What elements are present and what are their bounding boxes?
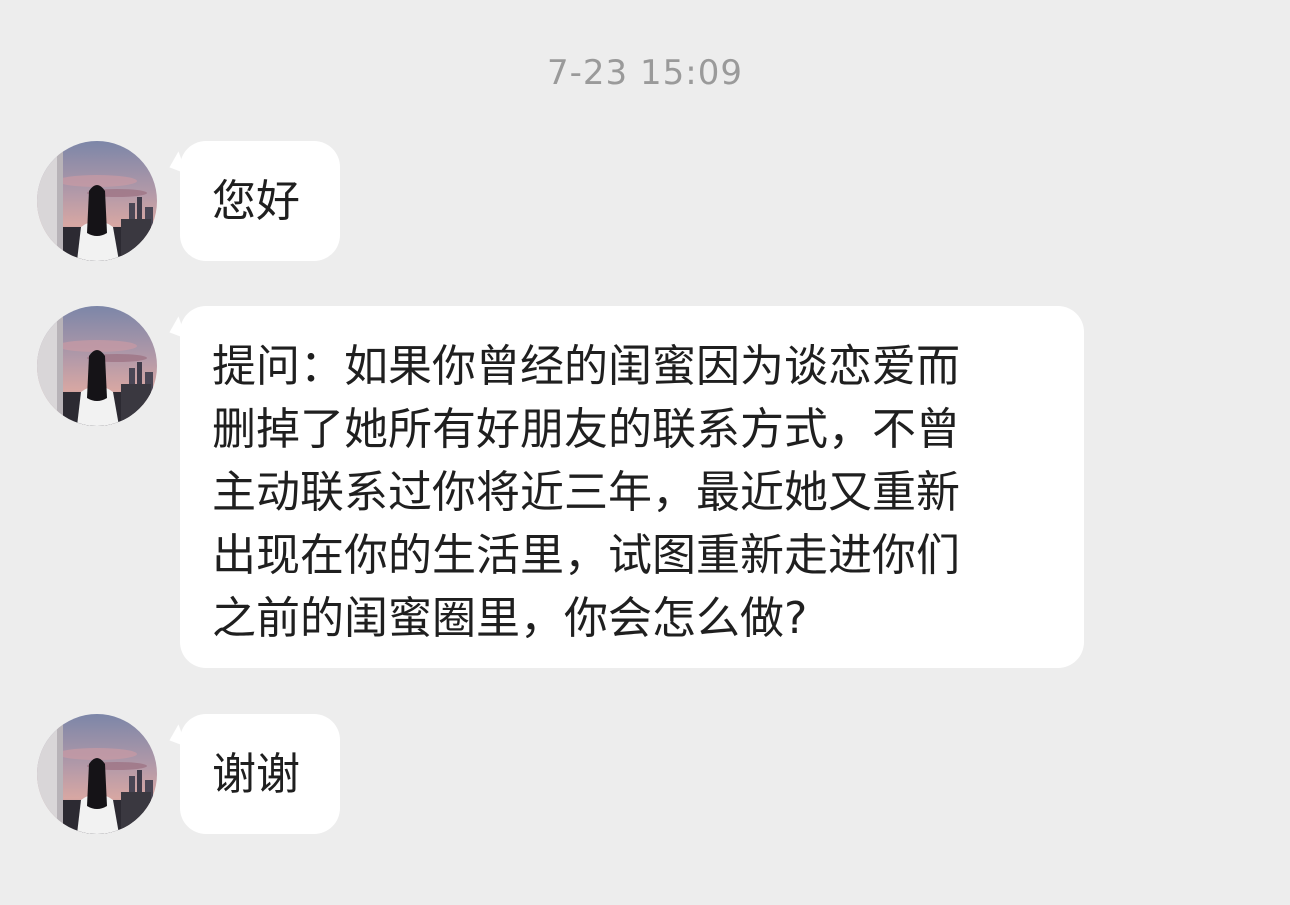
message-text-line: 之前的闺蜜圈里，你会怎么做?: [212, 593, 808, 644]
message-bubble[interactable]: 提问：如果你曾经的闺蜜因为谈恋爱而 删掉了她所有好朋友的联系方式，不曾 主动联系…: [180, 306, 1084, 668]
chat-view: 7-23 15:09 您好 提问：如果你曾经的闺蜜因为谈恋爱而 删掉了她所有好朋…: [0, 0, 1290, 905]
avatar-girl-window-icon: [37, 306, 157, 426]
message-text: 谢谢: [212, 749, 300, 800]
message-bubble[interactable]: 谢谢: [180, 714, 340, 834]
avatar[interactable]: [37, 141, 157, 261]
avatar-girl-window-icon: [37, 714, 157, 834]
message-text-line: 提问：如果你曾经的闺蜜因为谈恋爱而: [212, 341, 960, 392]
message-text-line: 删掉了她所有好朋友的联系方式，不曾: [212, 404, 960, 455]
avatar[interactable]: [37, 714, 157, 834]
message-timestamp: 7-23 15:09: [547, 53, 743, 93]
avatar-girl-window-icon: [37, 141, 157, 261]
message-text-line: 主动联系过你将近三年，最近她又重新: [212, 467, 960, 518]
message-text-line: 出现在你的生活里，试图重新走进你们: [212, 530, 960, 581]
message-bubble[interactable]: 您好: [180, 141, 340, 261]
avatar[interactable]: [37, 306, 157, 426]
message-text: 您好: [212, 176, 300, 227]
